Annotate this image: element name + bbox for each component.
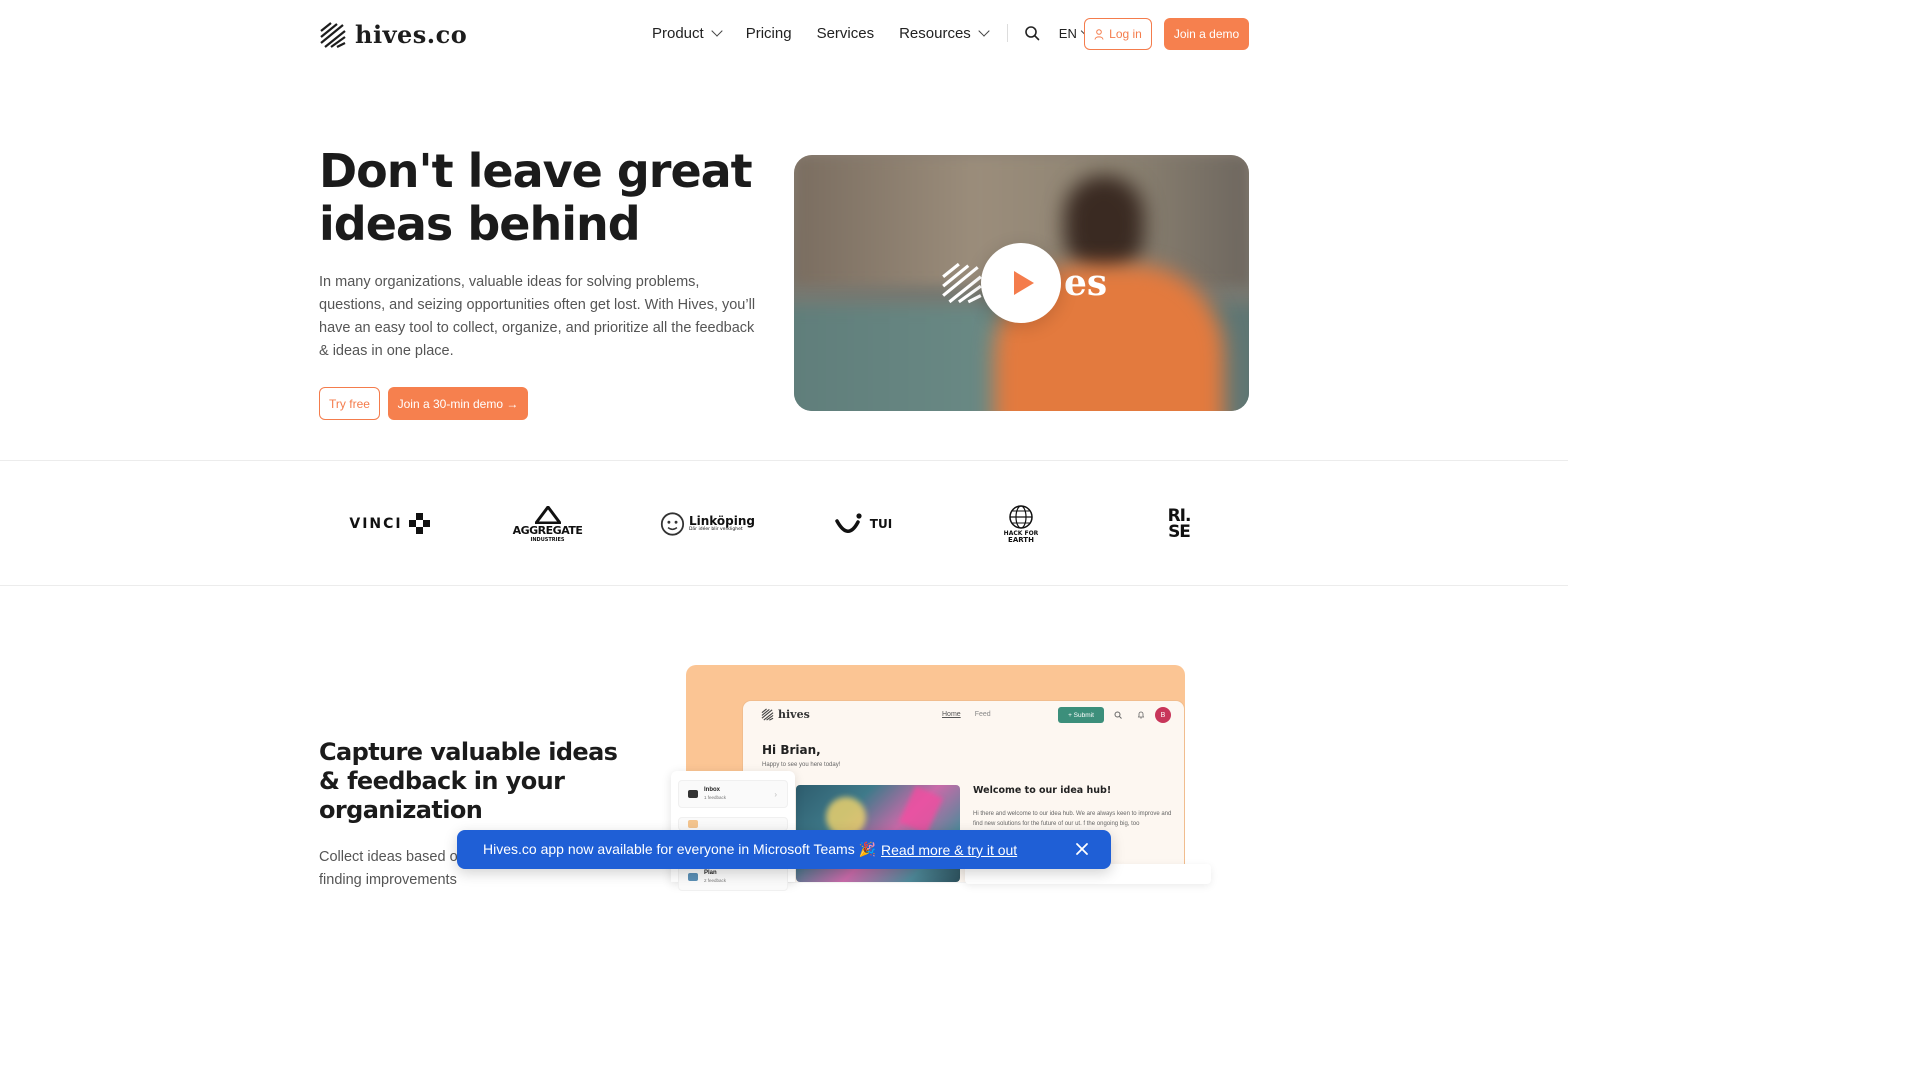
play-icon xyxy=(1013,271,1034,295)
logo-vinci: VINCI xyxy=(340,461,440,587)
close-icon[interactable] xyxy=(1073,840,1091,858)
logo-vinci-text: VINCI xyxy=(349,516,403,532)
mockup-bell-icon xyxy=(1134,708,1148,722)
banner-text: Hives.co app now available for everyone … xyxy=(483,841,877,857)
mockup-welcome-text: Hi there and welcome to our idea hub. We… xyxy=(973,809,1173,829)
join-30min-demo-button[interactable]: Join a 30-min demo → xyxy=(388,387,528,420)
mockup-sidebar-title: Plan xyxy=(704,870,717,876)
nav-resources[interactable]: Resources xyxy=(899,24,990,42)
mockup-logo: hives xyxy=(761,708,810,721)
nav-product-label: Product xyxy=(652,24,704,42)
nav-links: Product Pricing Services Resources EN xyxy=(652,24,1108,42)
mockup-greeting-sub: Happy to see you here today! xyxy=(762,762,841,768)
mockup-sidebar-item-hidden xyxy=(678,817,788,831)
logo-linkoping-text: Linköping xyxy=(688,514,755,528)
mockup-search-icon xyxy=(1111,708,1125,722)
user-icon xyxy=(1094,28,1104,40)
hero-video[interactable]: es xyxy=(794,155,1249,411)
login-label: Log in xyxy=(1109,27,1142,41)
customer-logos: VINCI AGGREGATE INDUSTRIES Linköping Där… xyxy=(0,460,1568,586)
mockup-logo-text: hives xyxy=(778,708,810,721)
mockup-greeting: Hi Brian, xyxy=(762,743,821,757)
chevron-down-icon xyxy=(978,25,990,37)
login-button[interactable]: Log in xyxy=(1084,18,1152,50)
language-label: EN xyxy=(1058,25,1077,41)
mockup-nav: Home Feed xyxy=(942,711,991,718)
play-button[interactable] xyxy=(981,243,1061,323)
top-navbar: hives.co Product Pricing Services Resour… xyxy=(0,0,1568,68)
hero-description: In many organizations, valuable ideas fo… xyxy=(319,274,756,359)
nav-services[interactable]: Services xyxy=(817,25,875,42)
search-icon[interactable] xyxy=(1024,25,1040,41)
announcement-banner: Hives.co app now available for everyone … xyxy=(457,830,1111,869)
mockup-welcome-more-2: f the ongoing xyxy=(1083,821,1119,827)
logo-linkoping-sub: Där idéer blir verklighet xyxy=(688,527,743,532)
globe-icon xyxy=(1009,505,1033,529)
mockup-sidebar-sub: 1 feedback xyxy=(704,795,727,800)
hero-title: Don't leave great ideas behind xyxy=(319,144,753,251)
nav-divider xyxy=(1006,24,1008,42)
aggregate-mark-icon xyxy=(534,505,561,524)
inbox-icon xyxy=(688,790,698,798)
mockup-welcome-title: Welcome to our idea hub! xyxy=(973,785,1112,796)
vinci-mark-icon xyxy=(408,513,430,534)
hives-logo-icon xyxy=(942,262,982,304)
mockup-welcome-more-3: big, too xyxy=(1119,821,1140,827)
logo-linkoping: Linköping Där idéer blir verklighet xyxy=(660,461,755,587)
hives-logo-icon xyxy=(320,21,346,48)
mockup-sidebar-sub: 2 feedback xyxy=(704,878,727,883)
logo-aggregate-text: AGGREGATE xyxy=(512,523,583,537)
mockup-welcome-body: Hi there and welcome to our idea hub. We… xyxy=(973,811,1172,827)
mockup-submit-button: + Submit xyxy=(1058,707,1104,723)
logo-aggregate-sub: INDUSTRIES xyxy=(530,536,565,543)
nav-resources-label: Resources xyxy=(899,24,971,42)
lion-icon xyxy=(660,512,685,536)
logo-tui: TUI xyxy=(833,461,893,587)
brand-logo[interactable]: hives.co xyxy=(319,20,467,49)
mockup-nav-feed: Feed xyxy=(974,711,991,718)
chevron-down-icon xyxy=(711,25,723,37)
chevron-right-icon: › xyxy=(774,790,777,799)
logo-hack-for-earth: HACK FOR EARTH xyxy=(1000,461,1042,587)
section-title: Capture valuable ideas & feedback in you… xyxy=(319,738,618,824)
nav-product[interactable]: Product xyxy=(652,24,723,42)
try-free-button[interactable]: Try free xyxy=(319,387,380,420)
logo-rise-sub: SE xyxy=(1168,522,1191,542)
logo-tui-text: TUI xyxy=(869,517,893,531)
join-demo-button[interactable]: Join a demo xyxy=(1164,18,1249,50)
video-person xyxy=(1064,175,1144,275)
folder-icon xyxy=(688,820,698,828)
logo-rise: RI. SE xyxy=(1160,461,1198,587)
mockup-avatar: B xyxy=(1155,707,1171,723)
plan-icon xyxy=(688,873,698,881)
brand-name: hives.co xyxy=(355,20,468,49)
nav-pricing[interactable]: Pricing xyxy=(746,25,792,42)
video-logo-text: es xyxy=(1064,262,1108,304)
nav-services-label: Services xyxy=(816,24,875,42)
logo-hack-sub: EARTH xyxy=(1008,536,1034,544)
hives-logo-icon xyxy=(761,708,774,721)
mockup-sidebar-title: Inbox xyxy=(704,787,720,793)
banner-link[interactable]: Read more & try it out xyxy=(881,842,1017,858)
logo-aggregate: AGGREGATE INDUSTRIES xyxy=(505,461,590,587)
mockup-welcome-more-1: ut. xyxy=(1075,821,1082,827)
mockup-sidebar-item-inbox: Inbox 1 feedback › xyxy=(678,780,788,808)
tui-smile-icon xyxy=(835,513,862,533)
nav-pricing-label: Pricing xyxy=(745,24,792,42)
mockup-nav-home: Home xyxy=(942,711,961,718)
